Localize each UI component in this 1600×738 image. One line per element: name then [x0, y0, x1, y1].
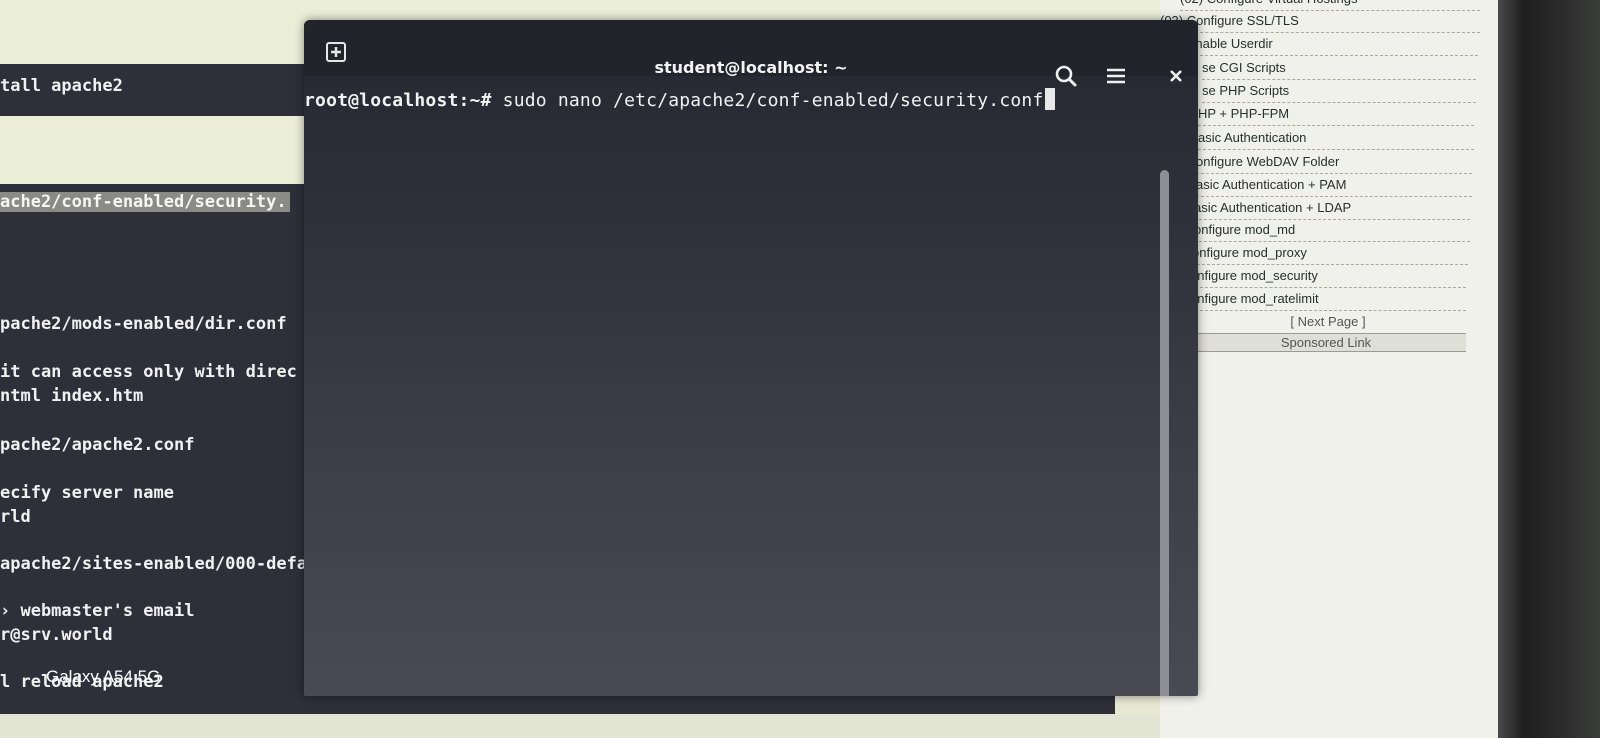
code-line: ecify server name: [0, 483, 174, 503]
terminal-window[interactable]: student@localhost: ~ root@localhost:~# s…: [304, 20, 1198, 696]
code-line: ntml index.htm: [0, 386, 144, 406]
sidebar-link[interactable]: (03) Configure SSL/TLS: [1160, 10, 1480, 33]
code-line: › webmaster's email: [0, 601, 195, 621]
sidebar-link[interactable]: se CGI Scripts: [1202, 57, 1476, 80]
shell-prompt: root@localhost:~#: [304, 90, 492, 111]
sponsored-link-label: Sponsored Link: [1186, 333, 1466, 352]
command-line: root@localhost:~# sudo nano /etc/apache2…: [304, 88, 1055, 111]
sidebar-link[interactable]: onfigure mod_ratelimit: [1190, 288, 1466, 311]
sidebar-link[interactable]: onfigure mod_security: [1190, 265, 1466, 288]
sidebar-link[interactable]: se PHP Scripts: [1202, 80, 1476, 103]
sidebar-link[interactable]: onfigure WebDAV Folder: [1196, 151, 1472, 174]
code-line: pache2/apache2.conf: [0, 435, 195, 455]
code-gap: [0, 116, 305, 184]
code-line: pache2/mods-enabled/dir.conf: [0, 314, 287, 334]
terminal-output[interactable]: root@localhost:~# sudo nano /etc/apache2…: [304, 84, 1198, 696]
sidebar-link[interactable]: asic Authentication + LDAP: [1194, 197, 1470, 220]
code-line: apache2/sites-enabled/000-defa: [0, 554, 308, 574]
sidebar-link[interactable]: asic Authentication + PAM: [1196, 174, 1472, 197]
terminal-scrollbar[interactable]: [1160, 170, 1169, 696]
terminal-headerbar[interactable]: student@localhost: ~: [304, 20, 1198, 87]
typed-command: sudo nano /etc/apache2/conf-enabled/secu…: [491, 90, 1044, 111]
page-footer-band: [0, 714, 1160, 738]
sidebar-link[interactable]: onfigure mod_md: [1194, 219, 1470, 242]
code-line: rld: [0, 507, 31, 527]
sidebar-menu: (02) Configure Virtual Hostings (03) Con…: [1160, 0, 1498, 738]
sidebar-link[interactable]: (04) Enable Userdir: [1160, 33, 1478, 56]
monitor-bezel: [1498, 0, 1600, 738]
code-line: tall apache2: [0, 76, 123, 96]
sidebar-link[interactable]: onfigure mod_proxy: [1192, 242, 1468, 265]
text-cursor: [1044, 88, 1055, 110]
sidebar-link[interactable]: asic Authentication: [1198, 127, 1474, 150]
code-line: r@srv.world: [0, 625, 113, 645]
code-line: it can access only with direc: [0, 362, 297, 382]
next-page-link[interactable]: [ Next Page ]: [1190, 314, 1466, 329]
code-line-highlighted: ache2/conf-enabled/security.: [0, 192, 290, 212]
camera-watermark: Galaxy A54 5G: [46, 667, 161, 686]
sidebar-link[interactable]: HP + PHP-FPM: [1198, 103, 1474, 126]
